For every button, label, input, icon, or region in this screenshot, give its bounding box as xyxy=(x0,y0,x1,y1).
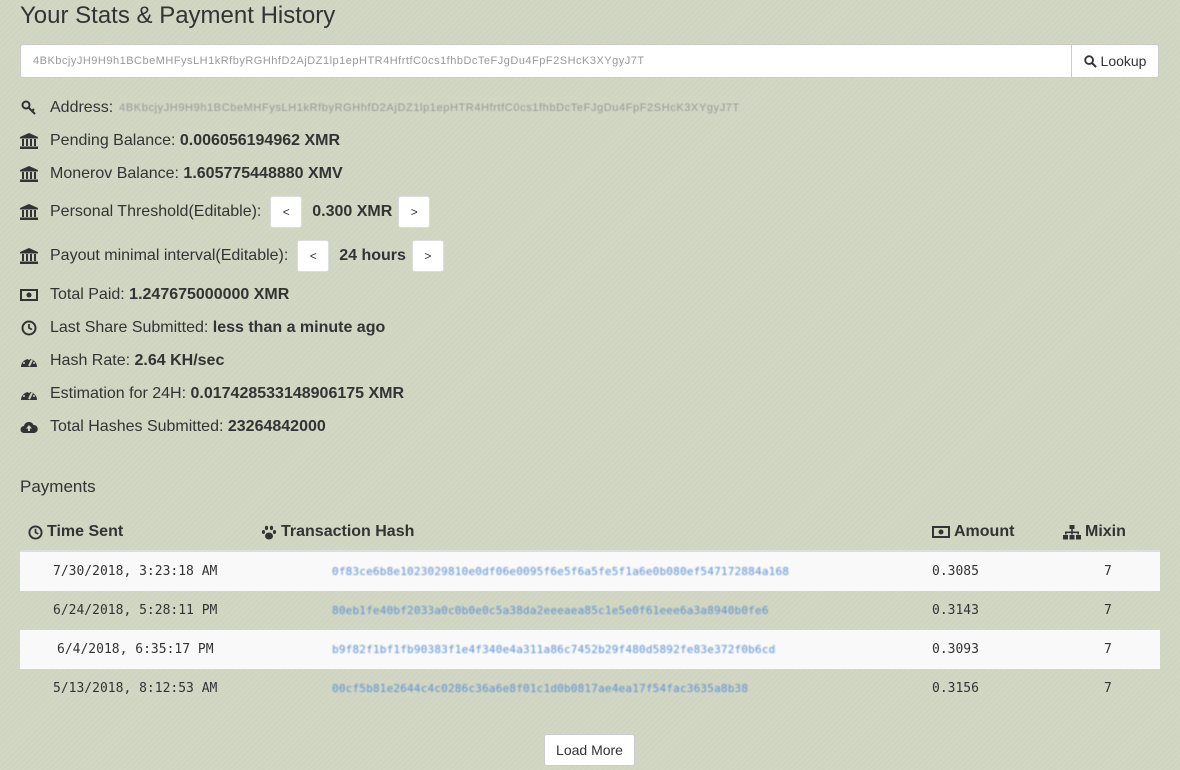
payment-mixin: 7 xyxy=(1104,603,1112,618)
interval-decrease-button[interactable]: < xyxy=(297,240,330,272)
column-amount-label: Amount xyxy=(954,523,1015,540)
money-icon xyxy=(932,526,950,538)
payment-hash-link[interactable]: 0f83ce6b8e1023029810e0df06e0095f6e5f6a5f… xyxy=(332,552,789,591)
table-row: 5/13/2018, 8:12:53 AM 00cf5b81e2644c4c02… xyxy=(20,669,1160,708)
key-icon xyxy=(20,99,38,117)
column-time-sent-label: Time Sent xyxy=(47,523,124,540)
column-mixin: Mixin xyxy=(1063,523,1126,541)
table-row: 7/30/2018, 3:23:18 AM 0f83ce6b8e10230298… xyxy=(20,552,1160,591)
paw-icon xyxy=(261,525,277,539)
stat-address: Address: 4BKbcjyJH9H9h1BCbeMHFysLH1kRfby… xyxy=(20,99,740,117)
column-mixin-label: Mixin xyxy=(1085,523,1126,540)
threshold-decrease-button[interactable]: < xyxy=(270,196,303,228)
stat-payout-interval: Payout minimal interval(Editable): < 24 … xyxy=(20,240,444,272)
table-row: 6/4/2018, 6:35:17 PM b9f82f1bf1fb90383f1… xyxy=(20,630,1160,669)
payment-time: 6/4/2018, 6:35:17 PM xyxy=(57,642,214,657)
interval-increase-button[interactable]: > xyxy=(411,240,444,272)
stat-last-share: Last Share Submitted: less than a minute… xyxy=(20,319,385,337)
hash-rate-value: 2.64 KH/sec xyxy=(134,352,225,369)
personal-threshold-value: 0.300 XMR xyxy=(312,203,393,220)
total-paid-label: Total Paid: xyxy=(50,286,125,303)
payment-mixin: 7 xyxy=(1104,564,1112,579)
estimation-label: Estimation for 24H: xyxy=(50,385,187,402)
last-share-label: Last Share Submitted: xyxy=(50,319,209,336)
bank-icon xyxy=(20,132,38,150)
stat-hash-rate: Hash Rate: 2.64 KH/sec xyxy=(20,352,224,370)
payment-amount: 0.3085 xyxy=(932,564,979,579)
monerov-balance-label: Monerov Balance: xyxy=(50,165,179,182)
payment-mixin: 7 xyxy=(1104,681,1112,696)
bank-icon xyxy=(20,165,38,183)
load-more-button[interactable]: Load More xyxy=(544,734,635,766)
address-value: 4BKbcjyJH9H9h1BCbeMHFysLH1kRfbyRGHhfD2Aj… xyxy=(119,102,740,114)
payments-table-header: Time Sent Transaction Hash Amount Mixin xyxy=(20,520,1160,550)
monerov-balance-value: 1.605775448880 XMV xyxy=(183,165,343,182)
stat-pending-balance: Pending Balance: 0.006056194962 XMR xyxy=(20,132,340,150)
page-title: Your Stats & Payment History xyxy=(20,2,336,29)
pending-balance-value: 0.006056194962 XMR xyxy=(179,132,341,149)
payment-amount: 0.3156 xyxy=(932,681,979,696)
lookup-button[interactable]: Lookup xyxy=(1071,44,1159,78)
stat-total-hashes: Total Hashes Submitted: 23264842000 xyxy=(20,418,326,436)
payment-time: 5/13/2018, 8:12:53 AM xyxy=(53,681,218,696)
table-row: 6/24/2018, 5:28:11 PM 80eb1fe40bf2033a0c… xyxy=(20,591,1160,630)
threshold-increase-button[interactable]: > xyxy=(398,196,431,228)
payment-hash-link[interactable]: 80eb1fe40bf2033a0c0b0e0c5a38da2eeeaea85c… xyxy=(332,591,769,630)
hash-rate-label: Hash Rate: xyxy=(50,352,131,369)
stat-monerov-balance: Monerov Balance: 1.605775448880 XMV xyxy=(20,165,343,183)
total-hashes-value: 23264842000 xyxy=(227,418,326,435)
cloud-upload-icon xyxy=(20,418,38,436)
stat-personal-threshold: Personal Threshold(Editable): < 0.300 XM… xyxy=(20,196,431,228)
payment-time: 6/24/2018, 5:28:11 PM xyxy=(53,603,218,618)
payments-heading: Payments xyxy=(20,477,96,496)
bank-icon xyxy=(20,203,38,221)
address-label: Address: xyxy=(50,99,114,116)
payment-mixin: 7 xyxy=(1104,642,1112,657)
payout-interval-label: Payout minimal interval(Editable): xyxy=(50,247,289,264)
money-icon xyxy=(20,286,38,304)
column-amount: Amount xyxy=(932,523,1014,541)
bank-icon xyxy=(20,247,38,265)
payment-hash-link[interactable]: 00cf5b81e2644c4c0286c36a6e8f01c1d0b0817a… xyxy=(332,669,748,708)
estimation-value: 0.017428533148906175 XMR xyxy=(190,385,405,402)
clock-icon xyxy=(28,524,43,540)
lookup-bar: 4BKbcjyJH9H9h1BCbeMHFysLH1kRfbyRGHhfD2Aj… xyxy=(20,44,1159,78)
search-icon xyxy=(1083,54,1097,68)
payment-hash-link[interactable]: b9f82f1bf1fb90383f1e4f340e4a311a86c7452b… xyxy=(332,630,775,669)
total-paid-value: 1.247675000000 XMR xyxy=(129,286,290,303)
payment-amount: 0.3143 xyxy=(932,603,979,618)
column-time-sent: Time Sent xyxy=(28,523,123,541)
stat-estimation: Estimation for 24H: 0.017428533148906175… xyxy=(20,385,404,403)
column-transaction-hash: Transaction Hash xyxy=(261,523,414,541)
payment-amount: 0.3093 xyxy=(932,642,979,657)
payout-interval-value: 24 hours xyxy=(339,247,406,264)
dashboard-icon xyxy=(20,352,38,370)
payment-time: 7/30/2018, 3:23:18 AM xyxy=(53,564,218,579)
address-input[interactable]: 4BKbcjyJH9H9h1BCbeMHFysLH1kRfbyRGHhfD2Aj… xyxy=(20,44,1071,78)
pending-balance-label: Pending Balance: xyxy=(50,132,176,149)
lookup-button-label: Lookup xyxy=(1100,53,1147,69)
stat-total-paid: Total Paid: 1.247675000000 XMR xyxy=(20,286,289,304)
column-transaction-hash-label: Transaction Hash xyxy=(281,523,415,540)
personal-threshold-label: Personal Threshold(Editable): xyxy=(50,203,262,220)
last-share-value: less than a minute ago xyxy=(212,319,386,336)
sitemap-icon xyxy=(1063,524,1081,539)
clock-icon xyxy=(20,319,38,337)
total-hashes-label: Total Hashes Submitted: xyxy=(50,418,224,435)
dashboard-icon xyxy=(20,385,38,403)
